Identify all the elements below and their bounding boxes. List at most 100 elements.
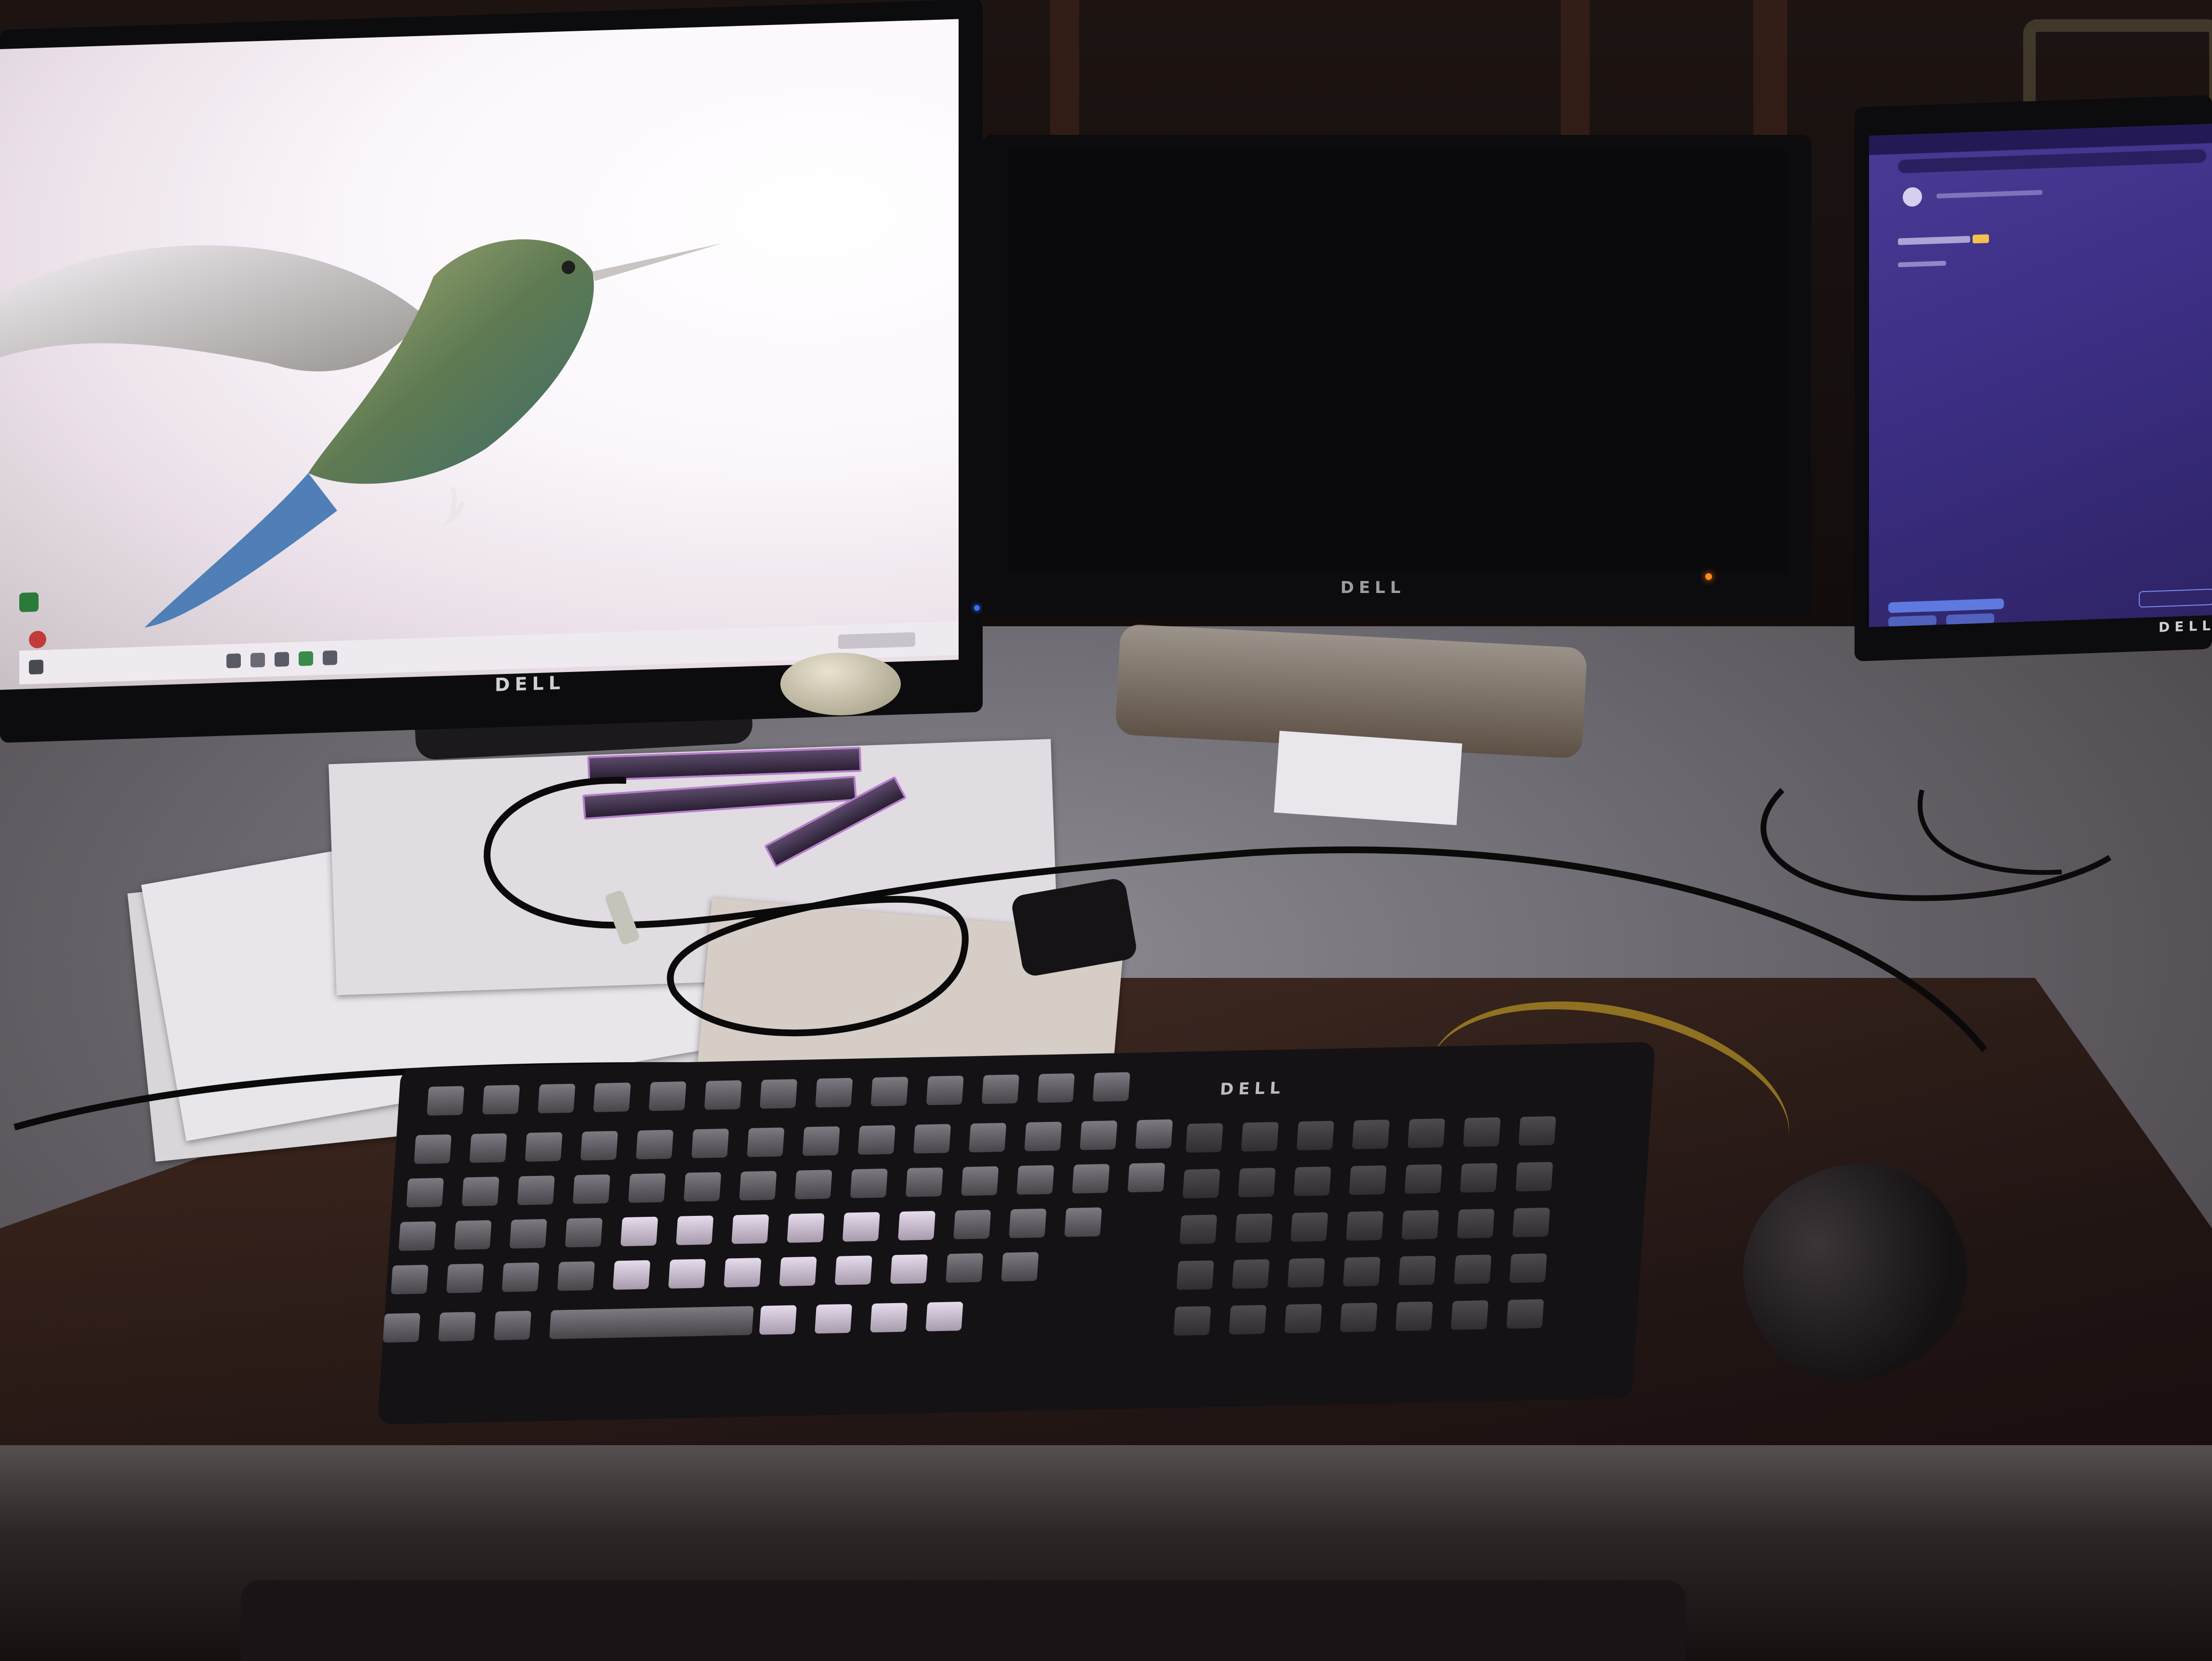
keyboard-key[interactable] xyxy=(668,1259,706,1289)
keyboard-key[interactable] xyxy=(1135,1119,1173,1149)
keyboard-key[interactable] xyxy=(961,1166,999,1196)
keyboard-key[interactable] xyxy=(1064,1207,1102,1237)
keyboard-key[interactable] xyxy=(1232,1259,1270,1289)
keyboard-key[interactable] xyxy=(414,1134,452,1164)
secondary-button[interactable] xyxy=(1888,615,1936,627)
keyboard-key[interactable] xyxy=(593,1082,631,1112)
keyboard-key[interactable] xyxy=(1515,1161,1554,1192)
keyboard-key[interactable] xyxy=(1509,1253,1547,1283)
keyboard-key[interactable] xyxy=(636,1130,674,1160)
keyboard-key[interactable] xyxy=(739,1171,777,1201)
keyboard-key[interactable] xyxy=(1346,1211,1384,1241)
mouse-back[interactable] xyxy=(780,653,901,715)
keyboard-key[interactable] xyxy=(1284,1304,1322,1334)
keyboard-key[interactable] xyxy=(509,1219,547,1249)
keyboard-key[interactable] xyxy=(1296,1121,1334,1151)
keyboard-key[interactable] xyxy=(438,1312,476,1342)
keyboard-key[interactable] xyxy=(648,1081,686,1111)
keyboard-key[interactable] xyxy=(850,1168,888,1199)
keyboard-key[interactable] xyxy=(501,1262,540,1292)
keyboard-key[interactable] xyxy=(1352,1120,1390,1149)
keyboard-key[interactable] xyxy=(1072,1164,1110,1194)
keyboard-key[interactable] xyxy=(1340,1303,1378,1332)
keyboard-key[interactable] xyxy=(779,1256,817,1287)
keyboard-key[interactable] xyxy=(1176,1260,1214,1290)
keyboard-key[interactable] xyxy=(1229,1305,1267,1335)
keyboard-key[interactable] xyxy=(461,1176,500,1207)
keyboard-key[interactable] xyxy=(1398,1255,1436,1286)
keyboard-key[interactable] xyxy=(469,1133,507,1163)
keyboard-key[interactable] xyxy=(620,1216,658,1247)
keyboard-key[interactable] xyxy=(1185,1123,1224,1153)
keyboard-key[interactable] xyxy=(704,1080,742,1110)
keyboard-key[interactable] xyxy=(787,1213,825,1243)
keyboard-key[interactable] xyxy=(482,1085,520,1115)
keyboard-key[interactable] xyxy=(684,1172,722,1202)
keyboard-key[interactable] xyxy=(557,1261,595,1291)
keyboard-key[interactable] xyxy=(1182,1169,1220,1199)
keyboard-key[interactable] xyxy=(1024,1121,1062,1151)
start-icon[interactable] xyxy=(29,659,43,675)
keyboard[interactable]: DELL xyxy=(377,1041,1656,1425)
keyboard-key[interactable] xyxy=(905,1167,944,1197)
browser-address-bar[interactable] xyxy=(1898,149,2206,173)
keyboard-key[interactable] xyxy=(1349,1165,1387,1195)
desktop-icon-1[interactable] xyxy=(19,592,39,612)
keyboard-key[interactable] xyxy=(1127,1162,1165,1193)
keyboard-key[interactable] xyxy=(794,1170,832,1200)
keyboard-key[interactable] xyxy=(1093,1072,1131,1102)
keyboard-key[interactable] xyxy=(870,1303,908,1333)
keyboard-key[interactable] xyxy=(493,1310,532,1341)
keyboard-key[interactable] xyxy=(1235,1213,1273,1243)
keyboard-key[interactable] xyxy=(946,1253,984,1283)
keyboard-key[interactable] xyxy=(549,1306,754,1339)
keyboard-key[interactable] xyxy=(815,1078,853,1108)
keyboard-key[interactable] xyxy=(565,1218,603,1248)
keyboard-key[interactable] xyxy=(1460,1163,1498,1193)
keyboard-key[interactable] xyxy=(382,1313,421,1343)
keyboard-key[interactable] xyxy=(1179,1214,1217,1244)
keyboard-key[interactable] xyxy=(870,1077,908,1107)
keyboard-key[interactable] xyxy=(446,1264,484,1293)
keyboard-keys[interactable] xyxy=(377,1042,1655,1424)
keyboard-key[interactable] xyxy=(580,1131,618,1161)
keyboard-key[interactable] xyxy=(1401,1210,1439,1240)
keyboard-key[interactable] xyxy=(691,1128,729,1159)
secondary-button[interactable] xyxy=(1946,613,1994,626)
keyboard-key[interactable] xyxy=(1037,1073,1075,1103)
keyboard-key[interactable] xyxy=(517,1175,555,1205)
keyboard-key[interactable] xyxy=(913,1124,951,1154)
keyboard-key[interactable] xyxy=(759,1305,797,1335)
keyboard-key[interactable] xyxy=(1080,1120,1118,1150)
keyboard-key[interactable] xyxy=(953,1210,991,1239)
keyboard-key[interactable] xyxy=(1450,1300,1488,1330)
taskbar-icon[interactable] xyxy=(250,652,265,668)
keyboard-key[interactable] xyxy=(834,1255,872,1285)
keyboard-key[interactable] xyxy=(1343,1257,1381,1287)
keyboard-key[interactable] xyxy=(1512,1207,1550,1238)
chat-input[interactable] xyxy=(2139,588,2212,608)
taskbar-icon[interactable] xyxy=(275,652,289,667)
keyboard-key[interactable] xyxy=(890,1254,928,1284)
keyboard-key[interactable] xyxy=(1001,1252,1039,1282)
keyboard-key[interactable] xyxy=(1241,1121,1279,1152)
keyboard-key[interactable] xyxy=(969,1122,1007,1153)
keyboard-key[interactable] xyxy=(676,1215,714,1245)
system-tray-icons[interactable] xyxy=(838,632,915,649)
keyboard-key[interactable] xyxy=(1173,1306,1211,1336)
keyboard-key[interactable] xyxy=(1518,1116,1556,1146)
keyboard-key[interactable] xyxy=(1404,1164,1442,1194)
keyboard-key[interactable] xyxy=(724,1258,762,1288)
taskbar-icon[interactable] xyxy=(226,653,241,669)
keyboard-key[interactable] xyxy=(1407,1118,1446,1148)
keyboard-key[interactable] xyxy=(842,1212,880,1242)
keyboard-key[interactable] xyxy=(1009,1208,1047,1239)
keyboard-key[interactable] xyxy=(1506,1299,1544,1329)
nav-links[interactable] xyxy=(1936,190,2042,199)
keyboard-key[interactable] xyxy=(857,1125,895,1155)
keyboard-key[interactable] xyxy=(613,1260,651,1290)
keyboard-key[interactable] xyxy=(747,1127,785,1157)
sidebar-item[interactable] xyxy=(1898,261,1946,267)
keyboard-key[interactable] xyxy=(1293,1166,1331,1197)
keyboard-key[interactable] xyxy=(1395,1301,1433,1331)
